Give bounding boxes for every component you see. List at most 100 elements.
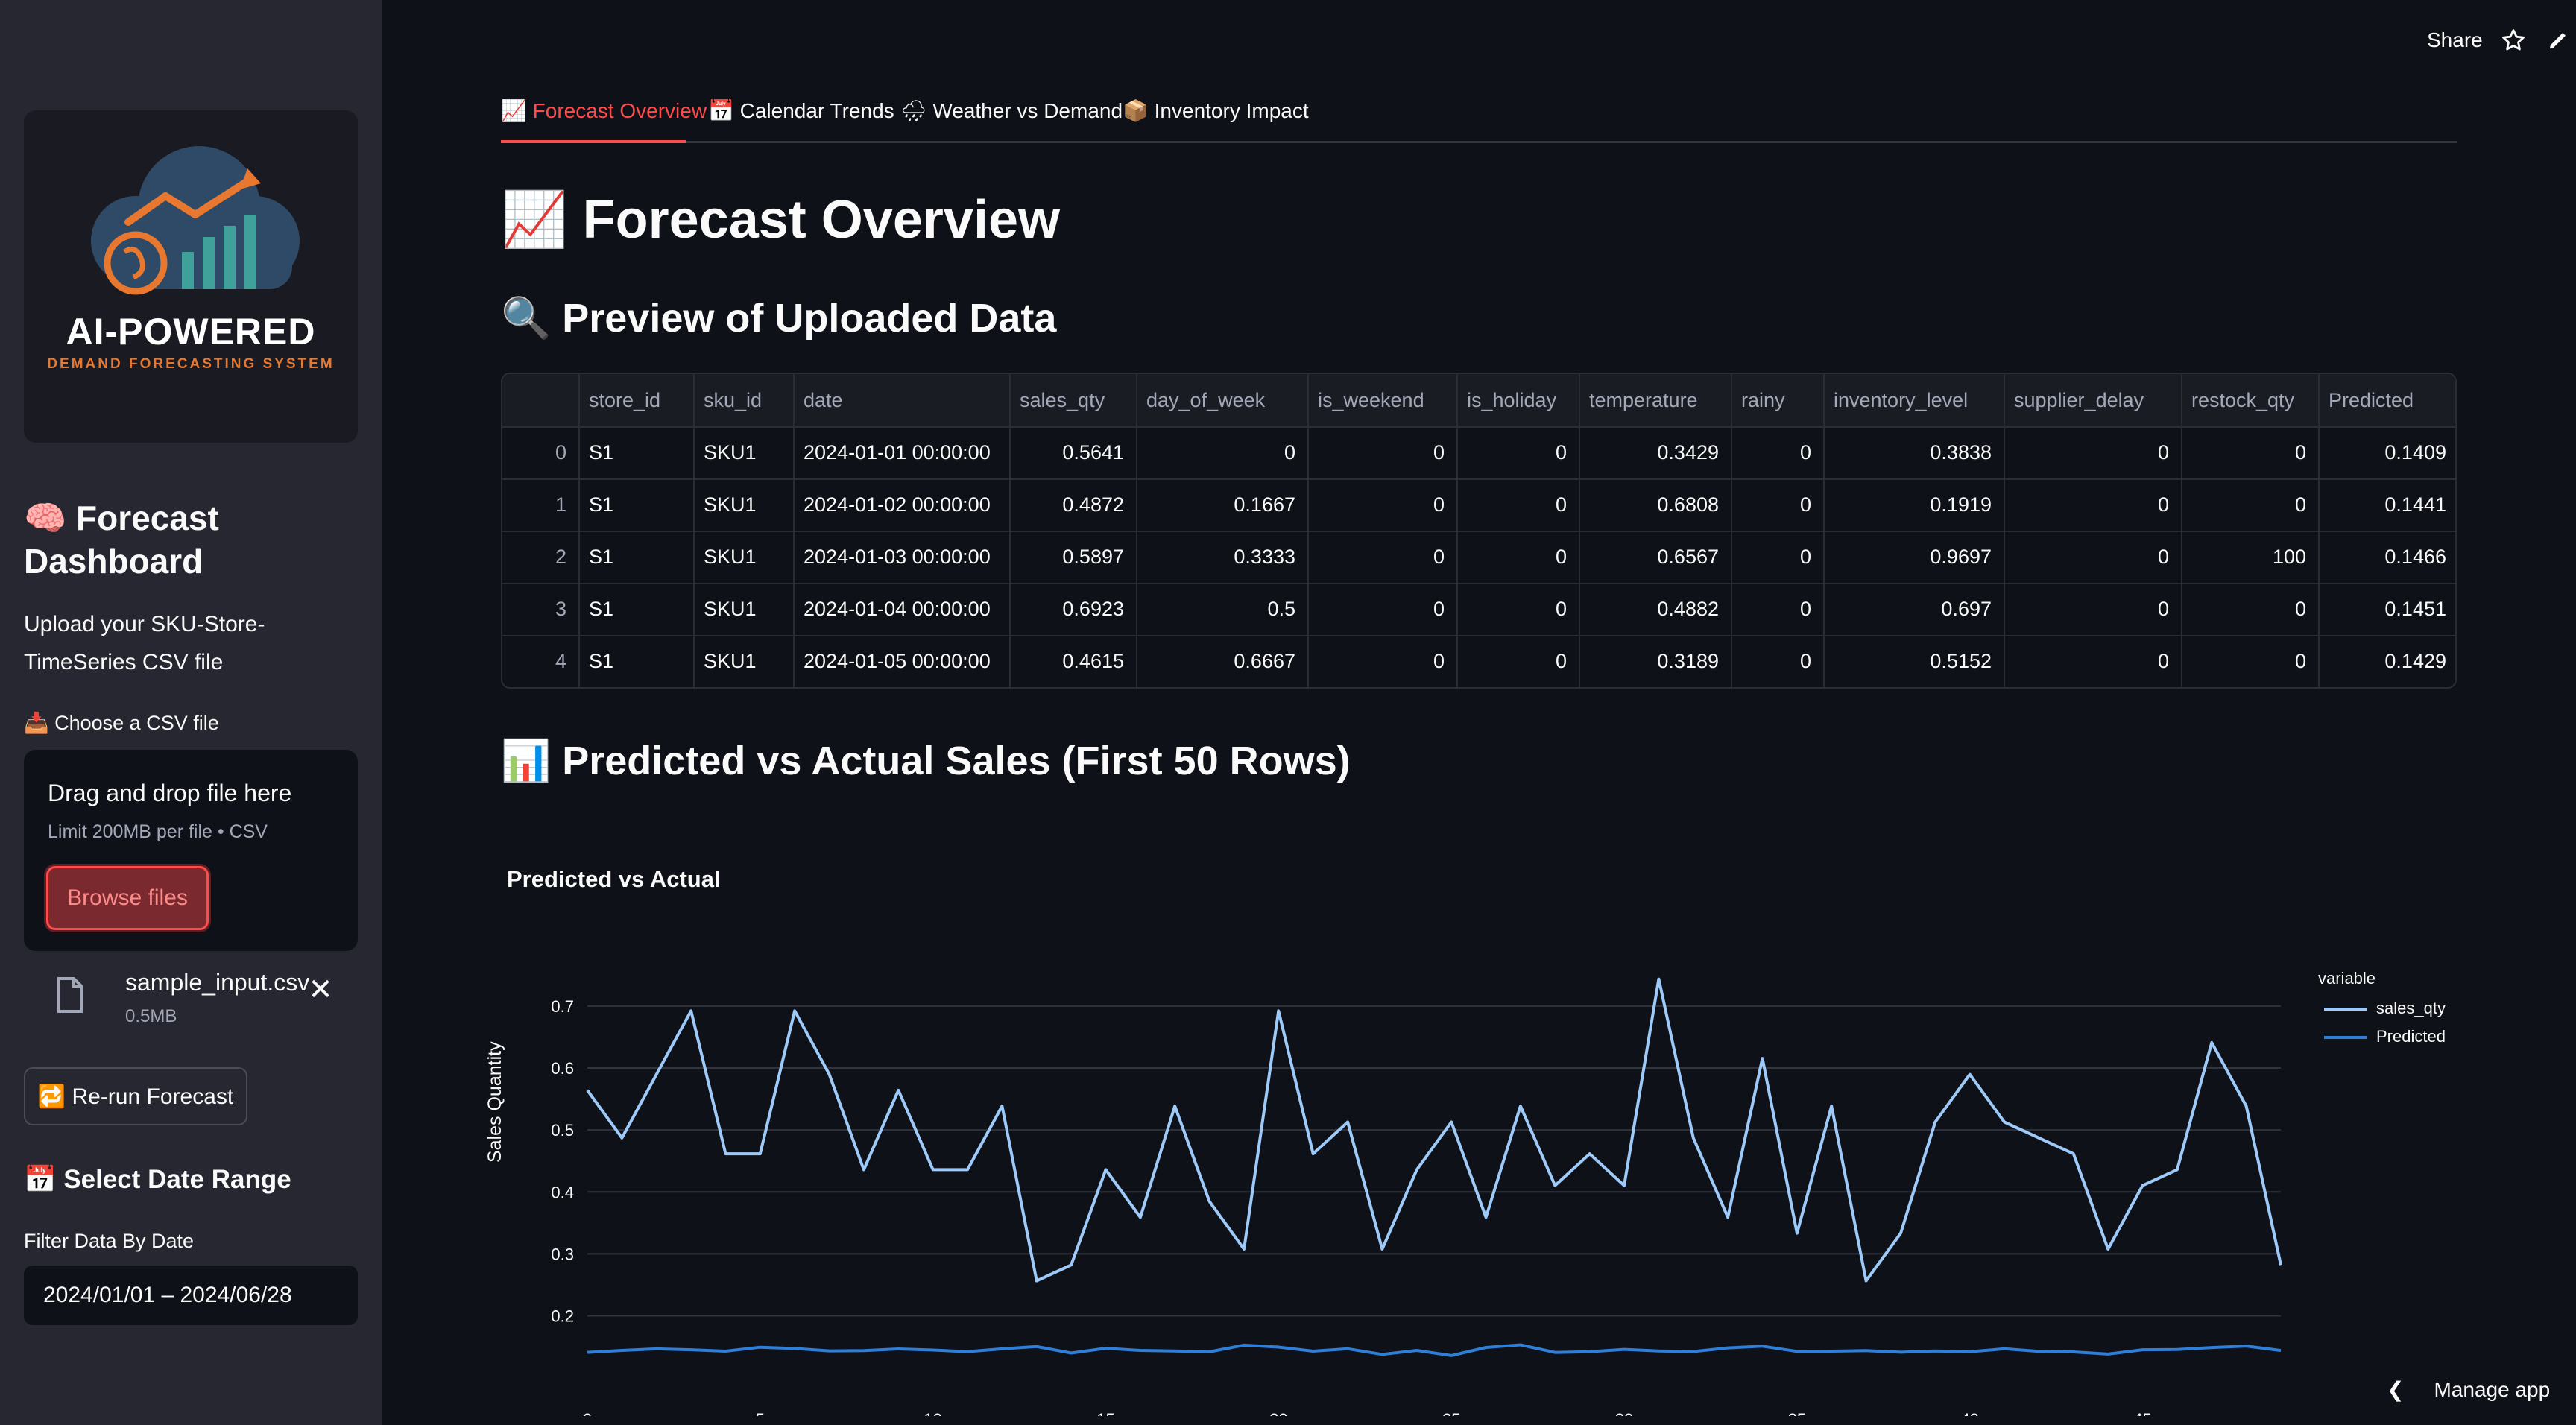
table-cell[interactable]: 0 bbox=[1731, 426, 1823, 478]
table-cell[interactable]: 0 bbox=[2181, 478, 2318, 531]
table-cell[interactable]: 0 bbox=[1136, 426, 1307, 478]
table-cell[interactable]: SKU1 bbox=[693, 531, 793, 583]
star-icon[interactable] bbox=[2500, 27, 2527, 54]
table-cell[interactable]: 0 bbox=[1456, 478, 1579, 531]
table-cell[interactable]: 2024-01-05 00:00:00 bbox=[793, 635, 1009, 687]
table-cell[interactable]: 0 bbox=[2004, 635, 2181, 687]
table-cell[interactable]: 0 bbox=[1456, 583, 1579, 635]
table-cell[interactable]: SKU1 bbox=[693, 478, 793, 531]
share-button[interactable]: Share bbox=[2427, 28, 2483, 52]
table-cell[interactable]: 0.4872 bbox=[1009, 478, 1136, 531]
table-cell[interactable]: 0 bbox=[1731, 478, 1823, 531]
table-cell[interactable]: 0 bbox=[2181, 635, 2318, 687]
table-cell[interactable]: 0.5 bbox=[1136, 583, 1307, 635]
table-cell[interactable]: 0.6567 bbox=[1579, 531, 1731, 583]
table-cell[interactable]: 0 bbox=[2181, 583, 2318, 635]
table-cell[interactable]: 0.3189 bbox=[1579, 635, 1731, 687]
table-cell[interactable]: 0.1919 bbox=[1823, 478, 2004, 531]
table-cell[interactable]: 0 bbox=[2181, 426, 2318, 478]
table-cell[interactable]: 0.1466 bbox=[2318, 531, 2455, 583]
table-cell[interactable]: 0 bbox=[2004, 531, 2181, 583]
tab-forecast-overview[interactable]: 📈 Forecast Overview bbox=[501, 98, 707, 123]
row-index[interactable]: 4 bbox=[502, 635, 578, 687]
column-header[interactable]: date bbox=[793, 374, 1009, 426]
table-cell[interactable]: 0 bbox=[2004, 583, 2181, 635]
column-header[interactable]: is_weekend bbox=[1307, 374, 1456, 426]
table-cell[interactable]: 0.6923 bbox=[1009, 583, 1136, 635]
table-cell[interactable]: S1 bbox=[578, 635, 693, 687]
tab-calendar-trends[interactable]: 📅 Calendar Trends bbox=[708, 98, 894, 123]
table-cell[interactable]: 0 bbox=[1456, 426, 1579, 478]
table-cell[interactable]: 0.1451 bbox=[2318, 583, 2455, 635]
column-header[interactable]: sku_id bbox=[693, 374, 793, 426]
close-icon[interactable]: ✕ bbox=[306, 975, 335, 1005]
file-dropzone[interactable]: Drag and drop file here Limit 200MB per … bbox=[24, 750, 358, 951]
table-cell[interactable]: 0.5641 bbox=[1009, 426, 1136, 478]
column-header[interactable]: store_id bbox=[578, 374, 693, 426]
series-line-predicted[interactable] bbox=[587, 1343, 2282, 1357]
table-cell[interactable]: 0.697 bbox=[1823, 583, 2004, 635]
column-header[interactable]: is_holiday bbox=[1456, 374, 1579, 426]
table-cell[interactable]: 0.3838 bbox=[1823, 426, 2004, 478]
table-cell[interactable]: 0.3333 bbox=[1136, 531, 1307, 583]
table-cell[interactable]: 0 bbox=[1456, 531, 1579, 583]
table-cell[interactable]: SKU1 bbox=[693, 635, 793, 687]
table-cell[interactable]: SKU1 bbox=[693, 583, 793, 635]
table-cell[interactable]: 0.5152 bbox=[1823, 635, 2004, 687]
table-cell[interactable]: 0 bbox=[1731, 635, 1823, 687]
table-cell[interactable]: 0 bbox=[1307, 478, 1456, 531]
column-header[interactable] bbox=[502, 374, 578, 426]
date-range-input[interactable]: 2024/01/01 – 2024/06/28 bbox=[24, 1266, 358, 1325]
table-cell[interactable]: S1 bbox=[578, 478, 693, 531]
table-cell[interactable]: 0 bbox=[1307, 426, 1456, 478]
tab-inventory-impact[interactable]: 📦 Inventory Impact bbox=[1123, 98, 1309, 123]
table-cell[interactable]: 0.1409 bbox=[2318, 426, 2455, 478]
table-cell[interactable]: 0.5897 bbox=[1009, 531, 1136, 583]
table-cell[interactable]: 2024-01-01 00:00:00 bbox=[793, 426, 1009, 478]
table-cell[interactable]: S1 bbox=[578, 583, 693, 635]
table-cell[interactable]: 0 bbox=[1307, 635, 1456, 687]
table-cell[interactable]: 0.1667 bbox=[1136, 478, 1307, 531]
legend-item-predicted[interactable]: Predicted bbox=[2324, 1027, 2446, 1046]
row-index[interactable]: 1 bbox=[502, 478, 578, 531]
table-cell[interactable]: 0 bbox=[2004, 478, 2181, 531]
table-cell[interactable]: 0 bbox=[1307, 531, 1456, 583]
column-header[interactable]: inventory_level bbox=[1823, 374, 2004, 426]
legend-item-sales-qty[interactable]: sales_qty bbox=[2324, 999, 2446, 1018]
tab-weather-vs-demand[interactable]: 🌧 Weather vs Demand bbox=[900, 98, 1123, 123]
table-cell[interactable]: 2024-01-04 00:00:00 bbox=[793, 583, 1009, 635]
line-chart[interactable]: 0.2 0.3 0.4 0.5 0.6 0.7 0 5 10 15 20 25 30 35 40 45 bbox=[492, 954, 2296, 1416]
table-cell[interactable]: 0.4882 bbox=[1579, 583, 1731, 635]
browse-files-button[interactable]: Browse files bbox=[46, 866, 209, 930]
rerun-forecast-button[interactable]: 🔁 Re-run Forecast bbox=[24, 1067, 247, 1125]
column-header[interactable]: supplier_delay bbox=[2004, 374, 2181, 426]
table-cell[interactable]: 100 bbox=[2181, 531, 2318, 583]
row-index[interactable]: 0 bbox=[502, 426, 578, 478]
table-cell[interactable]: 0.6667 bbox=[1136, 635, 1307, 687]
table-cell[interactable]: 0 bbox=[2004, 426, 2181, 478]
column-header[interactable]: rainy bbox=[1731, 374, 1823, 426]
row-index[interactable]: 3 bbox=[502, 583, 578, 635]
table-cell[interactable]: 0.4615 bbox=[1009, 635, 1136, 687]
table-cell[interactable]: S1 bbox=[578, 426, 693, 478]
column-header[interactable]: day_of_week bbox=[1136, 374, 1307, 426]
column-header[interactable]: temperature bbox=[1579, 374, 1731, 426]
table-cell[interactable]: 0 bbox=[1731, 531, 1823, 583]
manage-app-button[interactable]: ❮ Manage app bbox=[2387, 1377, 2550, 1407]
table-cell[interactable]: 0 bbox=[1307, 583, 1456, 635]
table-cell[interactable]: 2024-01-03 00:00:00 bbox=[793, 531, 1009, 583]
table-cell[interactable]: 0 bbox=[1731, 583, 1823, 635]
table-cell[interactable]: 2024-01-02 00:00:00 bbox=[793, 478, 1009, 531]
edit-icon[interactable] bbox=[2545, 27, 2572, 54]
table-cell[interactable]: 0.6808 bbox=[1579, 478, 1731, 531]
table-cell[interactable]: SKU1 bbox=[693, 426, 793, 478]
table-cell[interactable]: 0.1429 bbox=[2318, 635, 2455, 687]
table-cell[interactable]: 0.9697 bbox=[1823, 531, 2004, 583]
table-cell[interactable]: S1 bbox=[578, 531, 693, 583]
column-header[interactable]: sales_qty bbox=[1009, 374, 1136, 426]
row-index[interactable]: 2 bbox=[502, 531, 578, 583]
table-cell[interactable]: 0.1441 bbox=[2318, 478, 2455, 531]
column-header[interactable]: restock_qty bbox=[2181, 374, 2318, 426]
table-cell[interactable]: 0 bbox=[1456, 635, 1579, 687]
table-cell[interactable]: 0.3429 bbox=[1579, 426, 1731, 478]
